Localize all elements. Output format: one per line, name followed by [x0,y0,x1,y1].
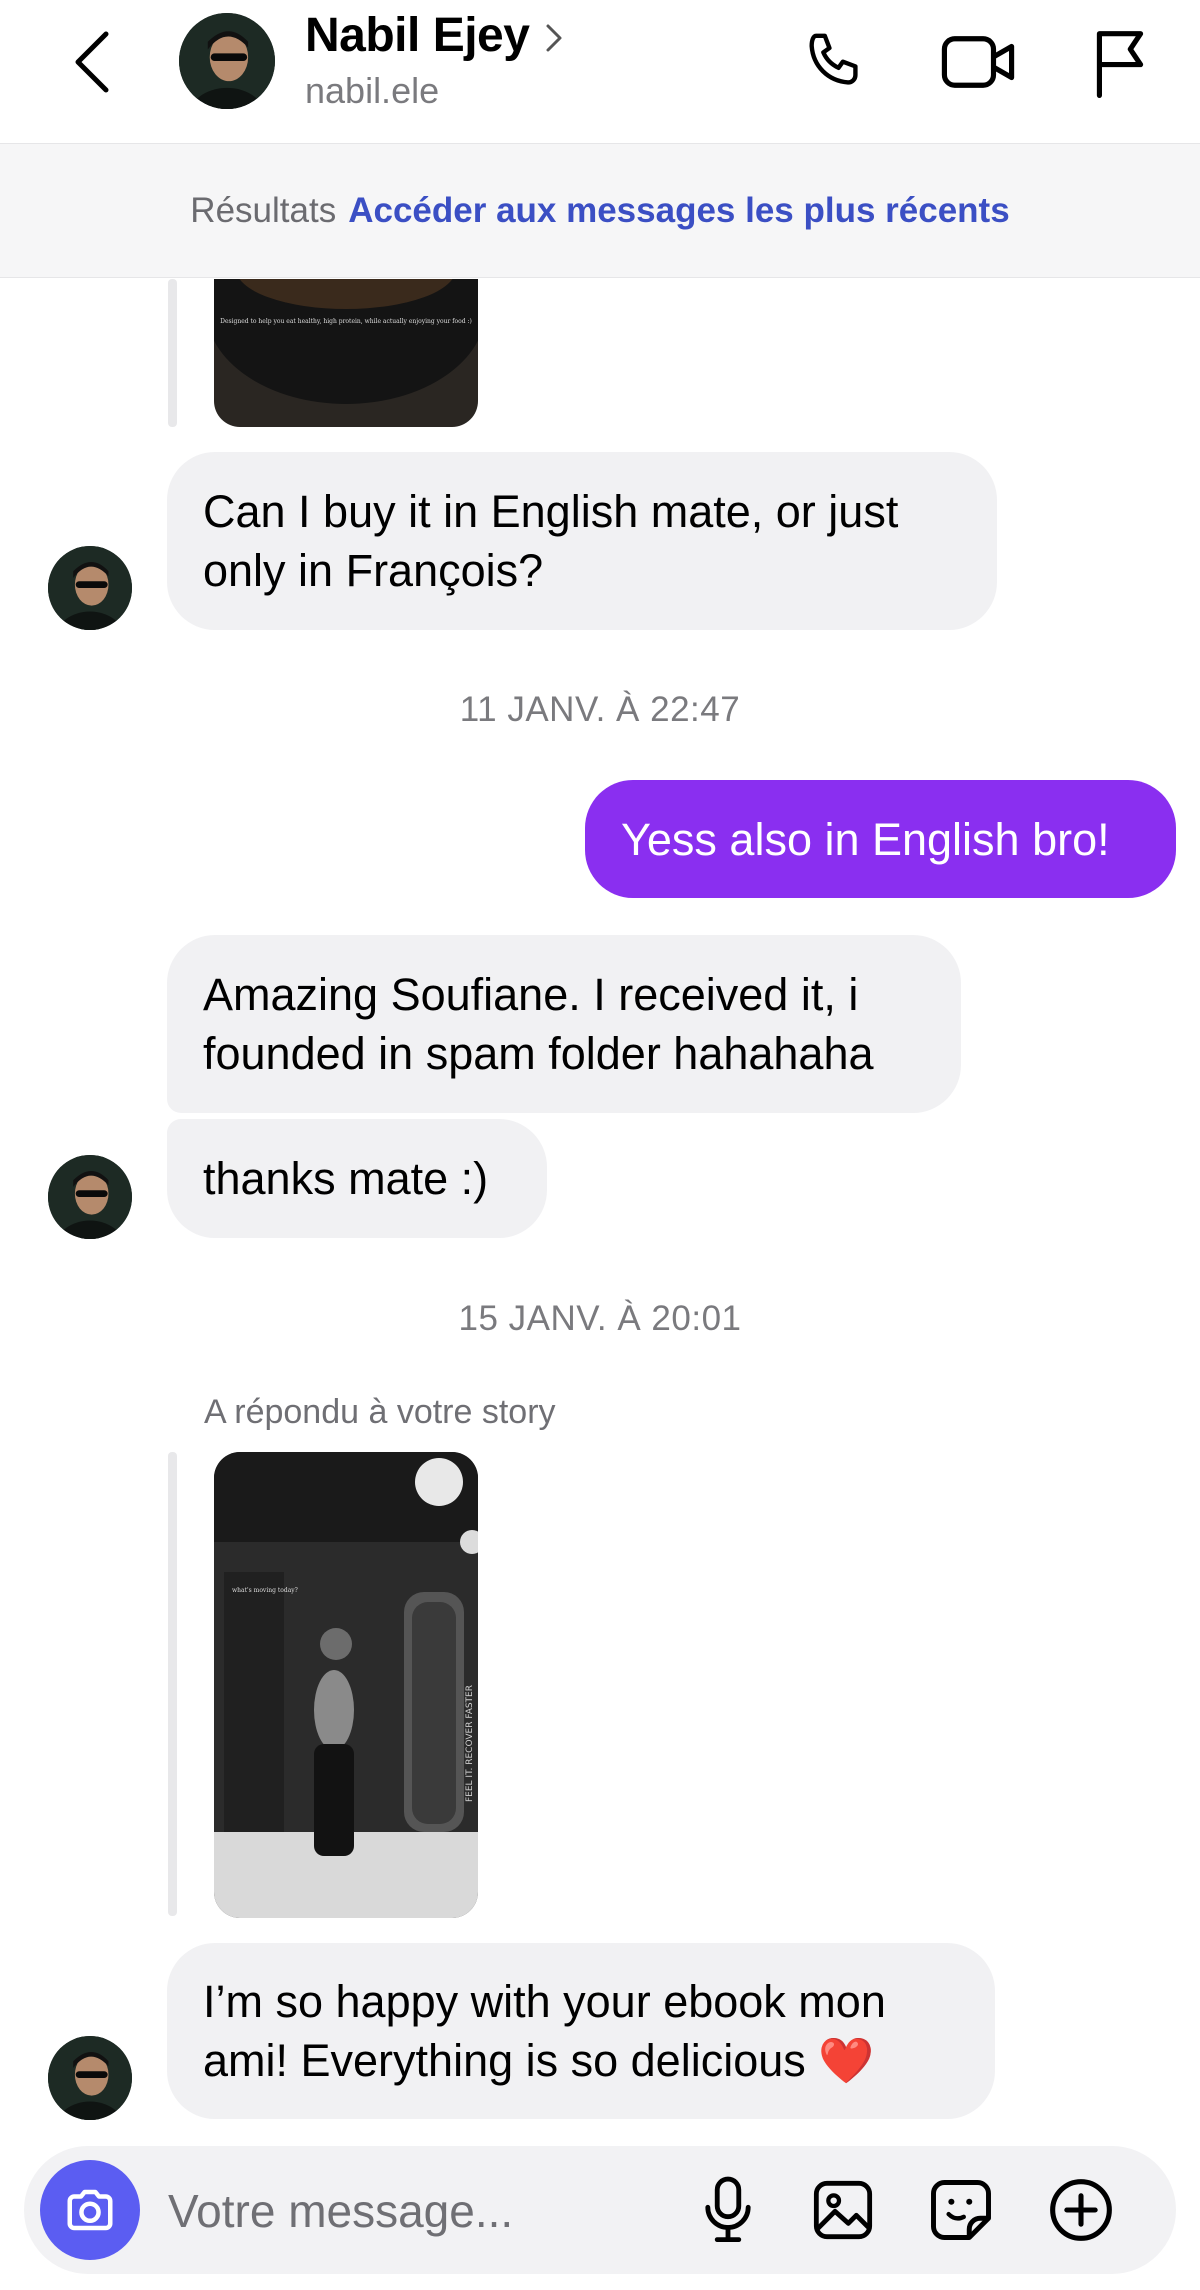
story-thumbnail[interactable]: Designed to help you eat healthy, high p… [214,279,478,427]
message-composer [24,2146,1176,2274]
message-bubble-incoming[interactable]: thanks mate :) [167,1119,547,1238]
chat-header: Nabil Ejey nabil.ele [0,0,1200,143]
story-reply-line [168,1452,177,1916]
story-reply-line [168,279,177,427]
camera-icon [67,2189,113,2231]
story-reply-label: A répondu à votre story [204,1393,556,1431]
message-timestamp: 11 JANV. À 22:47 [459,690,741,729]
phone-icon [809,33,858,85]
contact-name: Nabil Ejey [305,9,530,62]
message-timestamp: 15 JANV. À 20:01 [458,1299,742,1338]
back-button[interactable] [62,24,122,100]
video-call-button[interactable] [938,22,1018,102]
message-bubble-outgoing[interactable]: Yess also in English bro! [585,780,1176,898]
more-options-button[interactable] [1041,2170,1121,2250]
sender-avatar[interactable] [48,1155,132,1239]
sender-avatar[interactable] [48,2036,132,2120]
message-text: I’m so happy with your ebook mon ami! Ev… [203,1976,886,2086]
search-results-bar: Résultats Accéder aux messages les plus … [0,143,1200,278]
microphone-icon [705,2176,751,2243]
sticker-icon [931,2180,991,2240]
message-text: Yess also in English bro! [621,813,1110,865]
message-bubble-incoming[interactable]: Can I buy it in English mate, or just on… [167,452,997,630]
sender-avatar[interactable] [48,546,132,630]
image-icon [813,2180,873,2240]
sticker-button[interactable] [921,2170,1001,2250]
voice-message-button[interactable] [688,2170,768,2250]
message-bubble-incoming[interactable]: I’m so happy with your ebook mon ami! Ev… [167,1943,995,2119]
message-input[interactable] [168,2180,688,2242]
message-text: thanks mate :) [203,1153,489,1204]
contact-name-link[interactable]: Nabil Ejey [305,8,563,63]
message-text: Can I buy it in English mate, or just on… [203,486,899,596]
story-caption: Designed to help you eat healthy, high p… [220,318,472,325]
message-bubble-incoming[interactable]: Amazing Soufiane. I received it, i found… [167,935,961,1113]
chevron-left-icon [75,31,109,93]
contact-avatar[interactable] [179,13,275,109]
message-text: Amazing Soufiane. I received it, i found… [203,969,874,1079]
contact-handle: nabil.ele [305,70,440,111]
jump-to-recent-link[interactable]: Accéder aux messages les plus récents [348,191,1009,231]
camera-button[interactable] [40,2160,140,2260]
video-camera-icon [941,36,1015,88]
story-thumbnail[interactable]: what's moving today? FEEL IT. RECOVER FA… [214,1452,478,1918]
report-flag-button[interactable] [1080,22,1160,102]
results-label: Résultats [190,190,337,230]
story-caption: what's moving today? [232,1587,298,1594]
voice-call-button[interactable] [795,22,875,102]
flag-icon [1096,31,1144,98]
plus-circle-icon [1050,2179,1112,2241]
chevron-right-icon [546,24,562,51]
story-side-text: FEEL IT. RECOVER FASTER [465,1685,475,1802]
gallery-button[interactable] [803,2170,883,2250]
